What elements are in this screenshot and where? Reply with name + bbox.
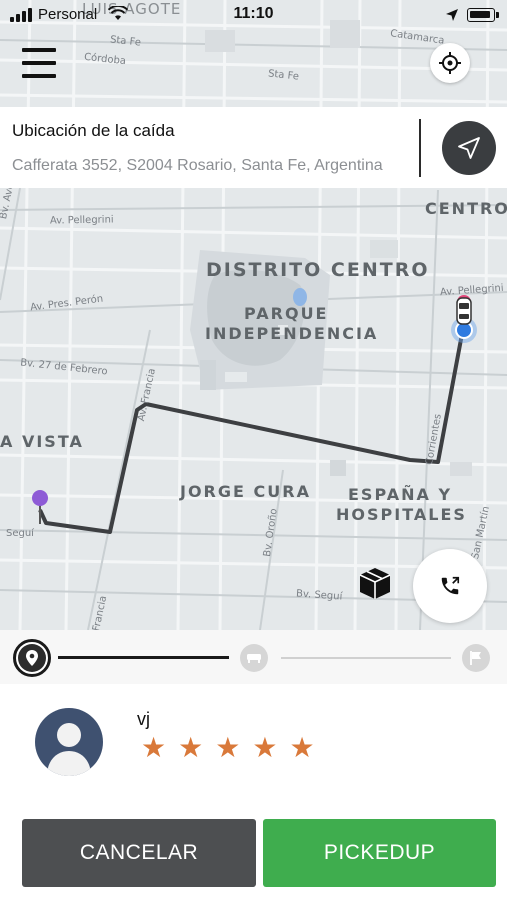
crosshair-icon: [439, 52, 461, 74]
navigate-button[interactable]: [442, 121, 496, 175]
district-label: ESPAÑA Y: [348, 485, 453, 504]
destination-step: [462, 644, 490, 672]
phone-icon: [441, 576, 460, 595]
district-label: CENTRO: [425, 199, 507, 218]
driver-car-icon: [451, 297, 477, 343]
rating-stars: ★ ★ ★ ★ ★: [141, 733, 315, 763]
pickedup-button[interactable]: PICKEDUP: [263, 819, 496, 887]
battery-icon: [467, 8, 495, 22]
cancel-button[interactable]: CANCELAR: [22, 819, 256, 887]
seat-icon: [247, 654, 261, 663]
star-icon: ★: [289, 732, 315, 763]
pickup-step: [13, 639, 51, 677]
star-icon: ★: [215, 732, 241, 763]
map-view[interactable]: Sta Fe Córdoba Sta Fe Catamarca LUIS AGO…: [0, 0, 507, 630]
district-label: A VISTA: [0, 432, 84, 451]
package-icon[interactable]: [357, 565, 393, 601]
trip-progress: [0, 630, 507, 684]
status-bar: Personal 11:10: [0, 0, 507, 30]
call-button[interactable]: [413, 549, 487, 623]
passenger-info: vj ★ ★ ★ ★ ★: [0, 684, 507, 804]
progress-fill: [58, 656, 229, 659]
dropoff-title: Ubicación de la caída: [12, 121, 175, 140]
hamburger-icon: [22, 48, 56, 52]
menu-button[interactable]: [22, 46, 56, 80]
origin-pin-icon: [32, 490, 48, 524]
dropoff-address: Cafferata 3552, S2004 Rosario, Santa Fe,…: [12, 157, 383, 174]
avatar: [35, 708, 103, 776]
navigation-arrow-icon: [458, 137, 480, 159]
divider: [419, 119, 421, 177]
star-icon: ★: [252, 732, 278, 763]
star-icon: ★: [141, 732, 167, 763]
user-icon: [47, 723, 91, 776]
recenter-button[interactable]: [430, 43, 470, 83]
progress-track: [281, 657, 451, 659]
street-label: Seguí: [6, 528, 34, 539]
district-label: INDEPENDENCIA: [205, 324, 379, 343]
battery-tip: [496, 12, 499, 18]
district-label: JORGE CURA: [180, 482, 311, 501]
street-label: Av. Pellegrini: [49, 214, 114, 227]
passenger-name: vj: [137, 709, 150, 729]
location-pin-icon: [26, 650, 38, 666]
passenger-step: [240, 644, 268, 672]
flag-icon: [470, 651, 481, 665]
star-icon: ★: [178, 732, 204, 763]
status-time: 11:10: [233, 5, 274, 22]
district-label: PARQUE: [244, 304, 329, 323]
location-arrow-icon: [446, 9, 458, 21]
dropoff-address-card[interactable]: Ubicación de la caída Cafferata 3552, S2…: [0, 107, 507, 188]
district-label: DISTRITO CENTRO: [206, 259, 430, 281]
district-label: HOSPITALES: [336, 505, 467, 524]
